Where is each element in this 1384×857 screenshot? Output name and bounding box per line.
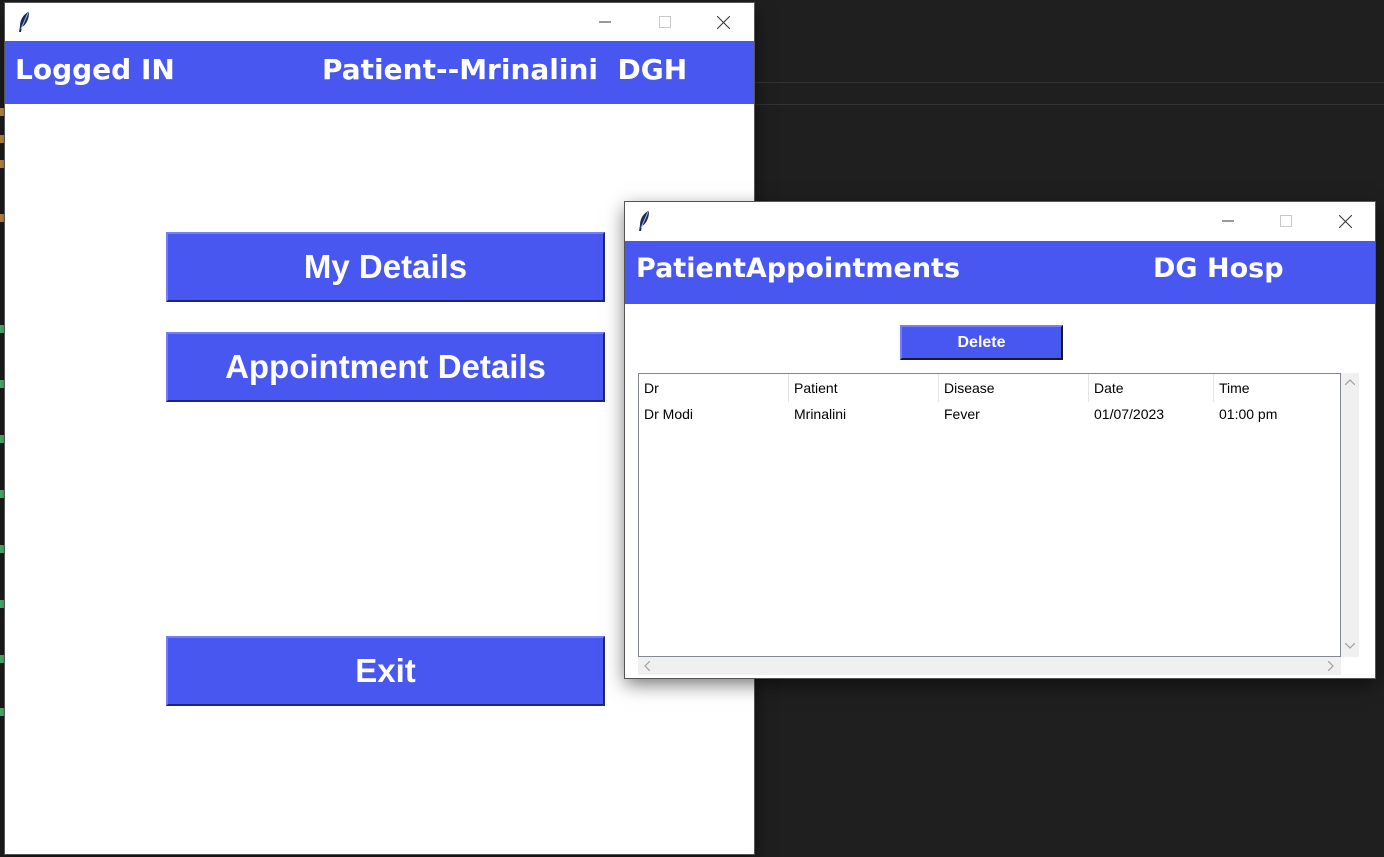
appointments-banner: PatientAppointments DG Hosp — [625, 241, 1375, 304]
close-button[interactable] — [700, 3, 746, 41]
cell-time: 01:00 pm — [1219, 406, 1278, 422]
background-divider — [754, 104, 1384, 105]
background-marker — [0, 325, 4, 333]
appointments-window: PatientAppointments DG Hosp Delete Dr Pa… — [625, 202, 1375, 678]
exit-button[interactable]: Exit — [166, 636, 605, 706]
table-row[interactable]: Dr Modi Mrinalini Fever 01/07/2023 01:00… — [639, 374, 1340, 426]
appointments-titlebar[interactable] — [625, 202, 1375, 240]
feather-icon — [19, 12, 29, 32]
scroll-left-arrow-icon[interactable] — [644, 661, 650, 671]
feather-icon — [639, 211, 649, 231]
hospital-label: DG Hosp — [1153, 253, 1284, 284]
background-divider — [754, 82, 1384, 83]
scroll-up-arrow-icon[interactable] — [1345, 379, 1355, 385]
appointments-title: PatientAppointments — [636, 253, 961, 284]
main-banner: Logged IN Patient--Mrinalini DGH — [5, 41, 754, 104]
patient-hospital-label: Patient--Mrinalini DGH — [322, 53, 688, 86]
my-details-button[interactable]: My Details — [166, 232, 605, 302]
appointment-details-button[interactable]: Appointment Details — [166, 332, 605, 402]
background-marker — [0, 135, 4, 143]
minimize-button[interactable] — [1205, 202, 1251, 240]
background-marker — [0, 160, 4, 168]
scroll-right-arrow-icon[interactable] — [1328, 661, 1334, 671]
cell-dr: Dr Modi — [644, 406, 694, 422]
background-marker — [0, 435, 4, 443]
maximize-icon — [659, 16, 671, 28]
scroll-down-arrow-icon[interactable] — [1345, 643, 1355, 649]
horizontal-scrollbar[interactable] — [638, 657, 1341, 675]
minimize-icon — [599, 21, 611, 23]
vertical-scrollbar[interactable] — [1341, 373, 1359, 657]
maximize-button[interactable] — [642, 3, 688, 41]
delete-button[interactable]: Delete — [900, 325, 1063, 360]
background-marker — [0, 655, 4, 663]
background-marker — [0, 545, 4, 553]
background-marker — [0, 380, 4, 388]
maximize-icon — [1280, 215, 1292, 227]
minimize-icon — [1222, 220, 1234, 222]
login-status: Logged IN — [15, 53, 175, 86]
close-icon — [716, 15, 730, 29]
background-marker — [0, 214, 4, 222]
main-titlebar[interactable] — [5, 3, 754, 41]
cell-patient: Mrinalini — [794, 406, 847, 422]
cell-date: 01/07/2023 — [1094, 406, 1165, 422]
appointments-table[interactable]: Dr Patient Disease Date Time Dr Modi Mri… — [638, 373, 1341, 657]
maximize-button[interactable] — [1263, 202, 1309, 240]
background-marker — [0, 490, 4, 498]
minimize-button[interactable] — [582, 3, 628, 41]
close-button[interactable] — [1322, 202, 1368, 240]
close-icon — [1338, 214, 1352, 228]
background-marker — [0, 600, 4, 608]
background-marker — [0, 108, 4, 116]
background-marker — [0, 708, 4, 716]
cell-disease: Fever — [944, 406, 980, 422]
